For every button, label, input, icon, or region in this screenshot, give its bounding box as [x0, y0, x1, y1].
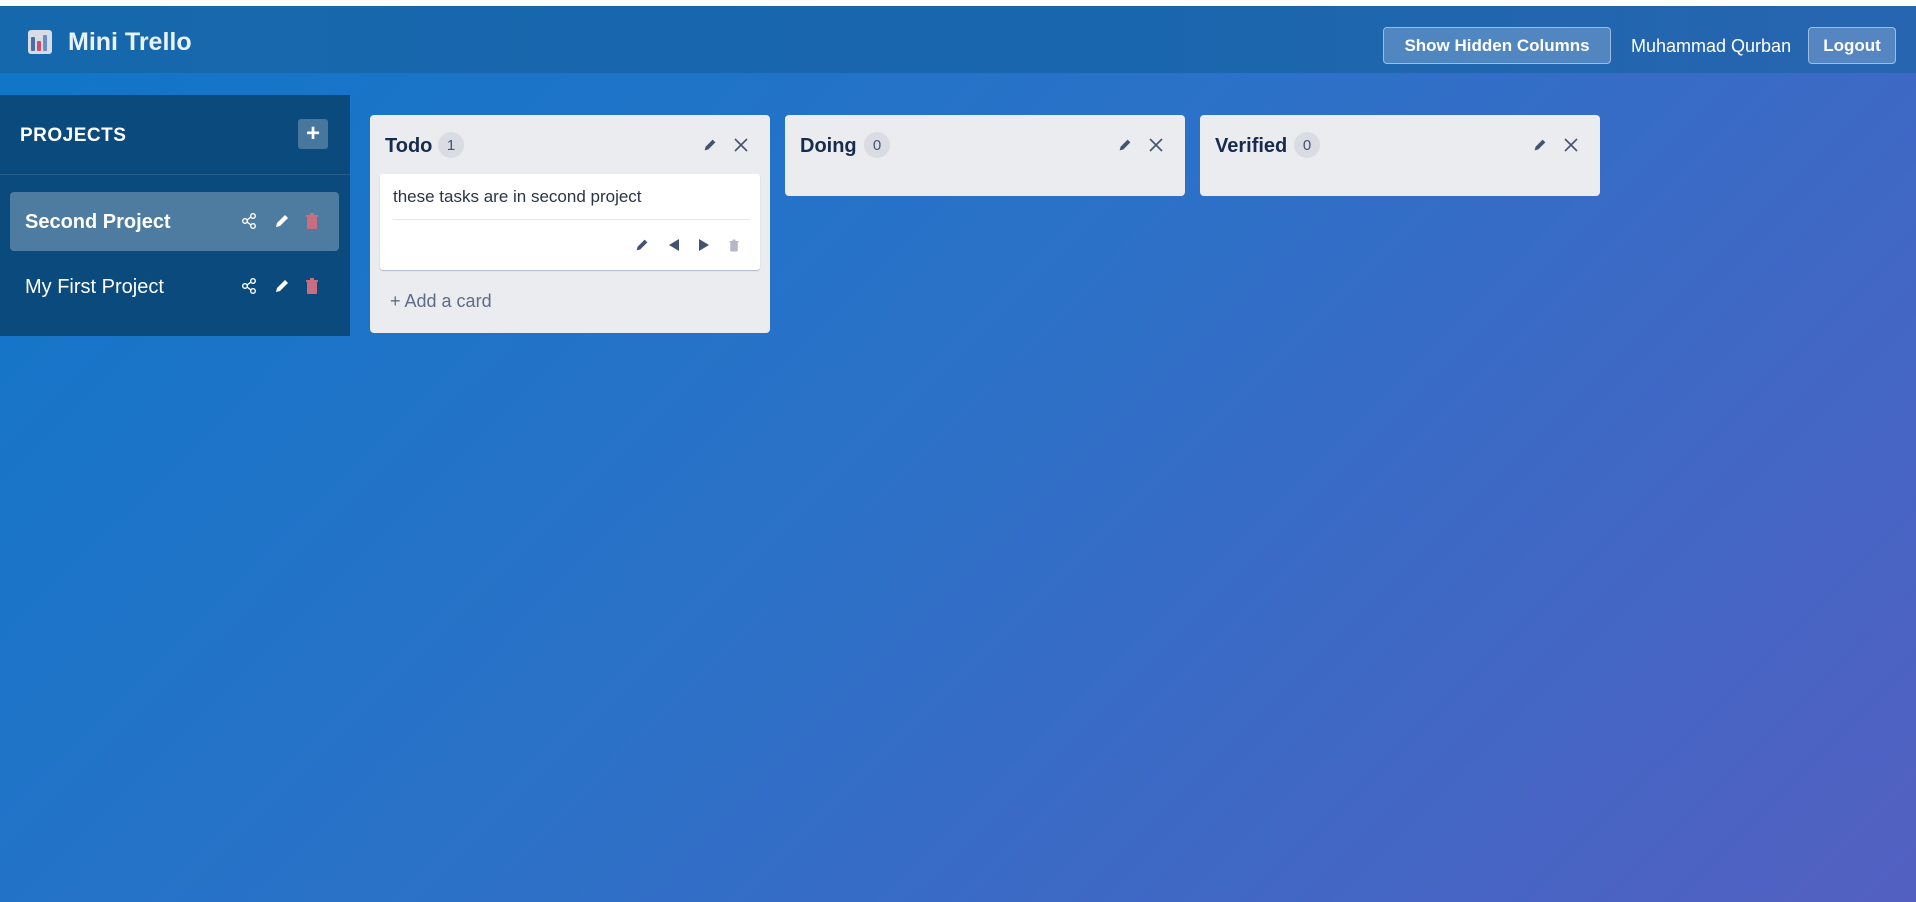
project-item-my-first-project[interactable]: My First Project — [10, 257, 339, 316]
show-hidden-columns-button[interactable]: Show Hidden Columns — [1383, 27, 1611, 64]
column-count-badge: 0 — [1294, 132, 1320, 158]
pencil-icon[interactable] — [272, 211, 292, 231]
trash-icon[interactable] — [725, 236, 743, 254]
sidebar-title: PROJECTS — [20, 125, 127, 146]
move-right-icon[interactable] — [695, 236, 713, 254]
share-icon[interactable] — [239, 276, 259, 296]
column-title: Todo — [385, 135, 433, 157]
share-icon[interactable] — [239, 211, 259, 231]
column-title: Doing — [800, 135, 857, 157]
column-doing: Doing 0 — [785, 115, 1185, 196]
add-project-button[interactable]: + — [298, 119, 328, 149]
projects-sidebar: PROJECTS + Second Project My First Proje… — [0, 95, 350, 336]
move-left-icon[interactable] — [665, 236, 683, 254]
close-icon[interactable] — [1147, 136, 1165, 154]
card-divider — [393, 219, 750, 220]
column-count-badge: 1 — [438, 132, 464, 158]
pencil-icon[interactable] — [701, 136, 719, 154]
close-icon[interactable] — [732, 136, 750, 154]
app-header: Mini Trello Show Hidden Columns Muhammad… — [0, 6, 1916, 73]
pencil-icon[interactable] — [1116, 136, 1134, 154]
close-icon[interactable] — [1562, 136, 1580, 154]
user-name: Muhammad Qurban — [1631, 36, 1792, 56]
task-card[interactable]: these tasks are in second project — [380, 174, 760, 270]
column-verified: Verified 0 — [1200, 115, 1600, 196]
project-name: My First Project — [25, 276, 164, 298]
logout-button[interactable]: Logout — [1808, 27, 1896, 64]
column-count-badge: 0 — [864, 132, 890, 158]
trash-icon[interactable] — [302, 211, 322, 231]
project-name: Second Project — [25, 211, 171, 233]
sidebar-header: PROJECTS + — [0, 95, 350, 175]
app-title: Mini Trello — [68, 28, 192, 56]
chart-icon — [28, 30, 52, 54]
add-card-button[interactable]: + Add a card — [390, 291, 492, 312]
trash-icon[interactable] — [302, 276, 322, 296]
pencil-icon[interactable] — [1531, 136, 1549, 154]
project-item-second-project[interactable]: Second Project — [10, 192, 339, 251]
pencil-icon[interactable] — [272, 276, 292, 296]
pencil-icon[interactable] — [633, 236, 651, 254]
column-todo: Todo 1 these tasks are in second project… — [370, 115, 770, 333]
card-text: these tasks are in second project — [393, 187, 642, 206]
column-title: Verified — [1215, 135, 1288, 157]
